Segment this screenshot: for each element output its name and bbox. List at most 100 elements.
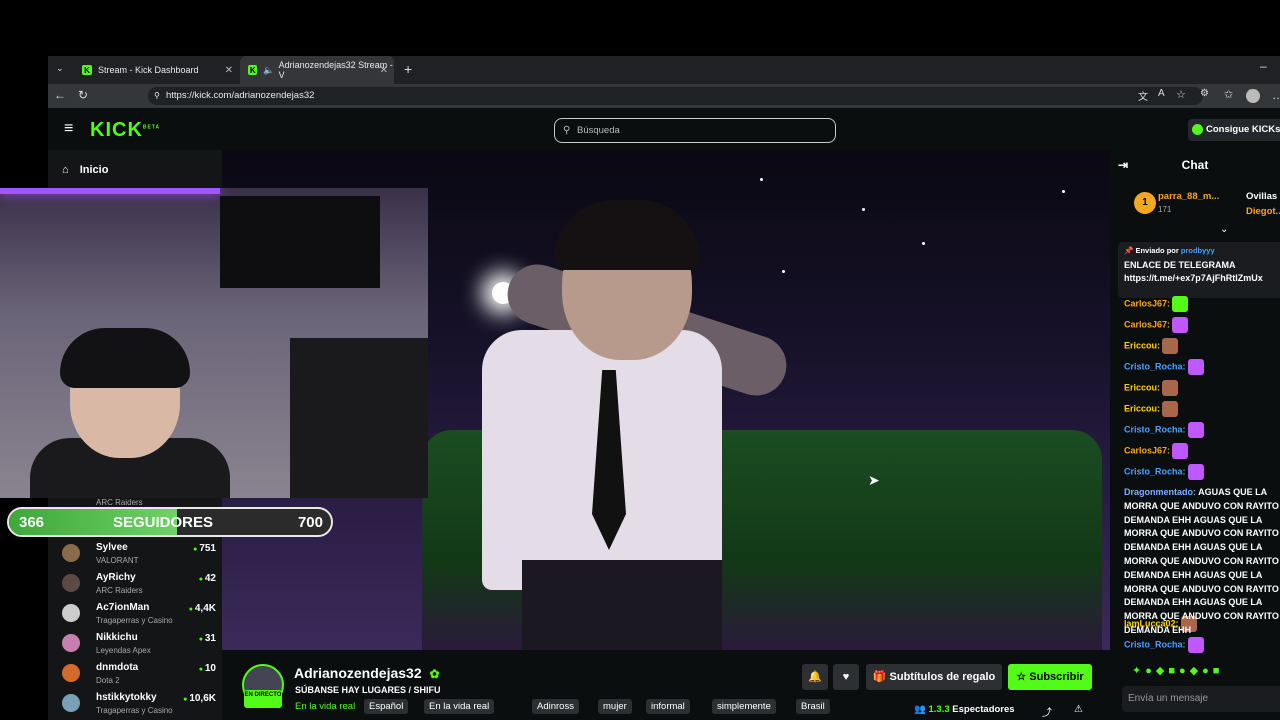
expand-icon[interactable]: ⌄ [1220,224,1228,235]
search-placeholder: Búsqueda [577,125,620,136]
chat-message: CarlosJ67: [1124,296,1189,312]
avatar [62,574,80,592]
verified-icon: ✿ [429,667,440,681]
chat-username[interactable]: Cristo_Rocha: [1124,466,1186,476]
kick-favicon-icon: K [82,65,92,75]
translate-icon[interactable]: 文 [1138,88,1148,103]
stream-tag[interactable]: Brasil [796,699,830,714]
chat-message: Dragonmentado: AGUAS QUE LA MORRA QUE AN… [1124,487,1279,635]
new-tab-icon[interactable]: + [404,61,412,77]
emote-bar[interactable]: ✦●◆■●◆●■ [1132,664,1223,677]
viewers-icon: 👥 [914,704,926,715]
chat-username[interactable]: Ericcou: [1124,382,1160,392]
sidebar-channel[interactable]: Nikkichu Leyendas Apex 31 [58,632,218,660]
live-badge: EN DIRECTO [244,690,282,708]
back-icon[interactable]: ← [54,88,66,102]
search-input[interactable]: ⚲ Búsqueda [554,118,836,143]
streamer-hair [554,200,700,270]
address-bar: ← ↻ ⚲ https://kick.com/adrianozendejas32… [48,84,1280,108]
chat-username[interactable]: CarlosJ67: [1124,298,1170,308]
chat-message: Ericcou: [1124,380,1179,396]
chat-username[interactable]: Cristo_Rocha: [1124,361,1186,371]
report-icon[interactable]: ⚠ [1074,704,1083,715]
minimize-icon[interactable]: – [1260,59,1267,73]
notification-bell-button[interactable]: 🔔 [802,664,828,690]
collapse-chat-icon[interactable]: ⇥ [1118,150,1128,180]
emote-icon [1172,296,1189,312]
home-icon: ⌂ [62,164,69,176]
gift-icon: 🎁 [872,671,887,683]
follower-current: 366 [19,514,45,531]
extensions-icon[interactable]: ⚙ [1200,88,1209,99]
leaderboard-name[interactable]: Diegot... [1246,206,1280,217]
stream-tag[interactable]: Español [364,699,409,714]
avatar [62,694,80,712]
stream-tag[interactable]: En la vida real [424,699,495,714]
emote-icon [1172,317,1189,333]
chat-username[interactable]: CarlosJ67: [1124,445,1170,455]
leaderboard-name[interactable]: Ovillas [1246,191,1277,202]
chat-message: Cristo_Rocha: [1124,422,1204,438]
reload-icon[interactable]: ↻ [78,88,88,102]
kick-logo[interactable]: KICKBETA [90,119,160,142]
follower-goal-bar: 366 SEGUIDORES 700 [7,507,333,537]
leaderboard-points: 171 [1158,205,1172,214]
chat-username[interactable]: Ericcou: [1124,340,1160,350]
sidebar-channel[interactable]: AyRichy ARC Raiders 42 [58,572,218,600]
menu-icon[interactable]: … [1272,88,1280,102]
hamburger-icon[interactable]: ≡ [64,120,73,138]
sidebar-channel[interactable]: dnmdota Dota 2 10 [58,662,218,690]
chat-username[interactable]: CarlosJ67: [1124,319,1170,329]
emote-icon [1187,422,1204,438]
tv-screen [220,196,380,288]
kick-header: ≡ KICKBETA ⚲ Búsqueda Consigue KICKs [48,108,1280,150]
mouse-cursor-icon: ➤ [868,472,880,488]
sidebar-channel[interactable]: hstikkytokky Tragaperras y Casino 10,6K [58,692,218,720]
pinned-message: 📌 Enviado por prodbyyy ENLACE DE TELEGRA… [1118,242,1280,298]
facecam-overlay [0,188,428,498]
stream-category[interactable]: En la vida real [295,701,355,712]
stream-tag[interactable]: mujer [598,699,632,714]
emote-icon [1187,464,1204,480]
gift-subs-button[interactable]: 🎁 Subtítulos de regalo [866,664,1002,690]
sidebar-channel[interactable]: Sylvee VALORANT 751 [58,542,218,570]
chat-input[interactable]: Envía un mensaje [1122,686,1280,712]
stream-tag[interactable]: informal [646,699,690,714]
tab-kick-dashboard[interactable]: K Stream - Kick Dashboard ✕ [74,56,239,84]
leaderboard-name[interactable]: parra_88_m... [1158,191,1219,202]
sidebar-channel[interactable]: Ac7ionMan Tragaperras y Casino 4,4K [58,602,218,630]
chat-header: ⇥ Chat [1110,150,1280,182]
url-field[interactable]: ⚲ https://kick.com/adrianozendejas32 [148,87,1203,105]
stream-tag[interactable]: Adinross [532,699,579,714]
heart-icon: ♥ [842,671,850,683]
avatar [62,544,80,562]
tab-title: Stream - Kick Dashboard [98,65,199,75]
site-info-icon[interactable]: ⚲ [154,87,160,105]
chat-username[interactable]: Ericcou: [1124,403,1160,413]
stream-tag[interactable]: simplemente [712,699,776,714]
channel-info: EN DIRECTO Adrianozendejas32 ✿ SÚBANSE H… [222,650,1110,720]
bell-icon: 🔔 [808,671,822,683]
sidebar-home[interactable]: ⌂ Inicio [62,164,108,176]
viewer-count: 👥 1.3.3 Espectadores [914,704,1015,715]
read-aloud-icon[interactable]: A [1158,88,1165,99]
close-icon[interactable]: ✕ [225,65,233,76]
favorites-icon[interactable]: ✩ [1224,88,1233,101]
tab-list-icon[interactable]: ⌄ [56,63,64,74]
follow-button[interactable]: ♥ [833,664,859,690]
chat-message: CarlosJ67: [1124,443,1189,459]
get-kicks-button[interactable]: Consigue KICKs [1188,119,1280,141]
tab-stream[interactable]: K 🔈 Adrianozendejas32 Stream - V ✕ [240,56,394,84]
share-icon[interactable]: ⤴ [1042,704,1052,719]
chat-username[interactable]: Cristo_Rocha: [1124,639,1186,649]
profile-avatar[interactable] [1246,89,1260,103]
kicks-coin-icon [1192,124,1203,135]
favorite-icon[interactable]: ☆ [1176,88,1186,101]
channel-name[interactable]: Adrianozendejas32 ✿ [294,665,440,681]
led-strip [0,188,220,194]
subscribe-button[interactable]: ☆ Subscribir [1008,664,1092,690]
chat-username[interactable]: Cristo_Rocha: [1124,424,1186,434]
browser-tab-bar: ⌄ K Stream - Kick Dashboard ✕ K 🔈 Adrian… [48,56,1280,84]
close-icon[interactable]: ✕ [380,65,388,76]
follower-goal: 700 [297,514,323,531]
